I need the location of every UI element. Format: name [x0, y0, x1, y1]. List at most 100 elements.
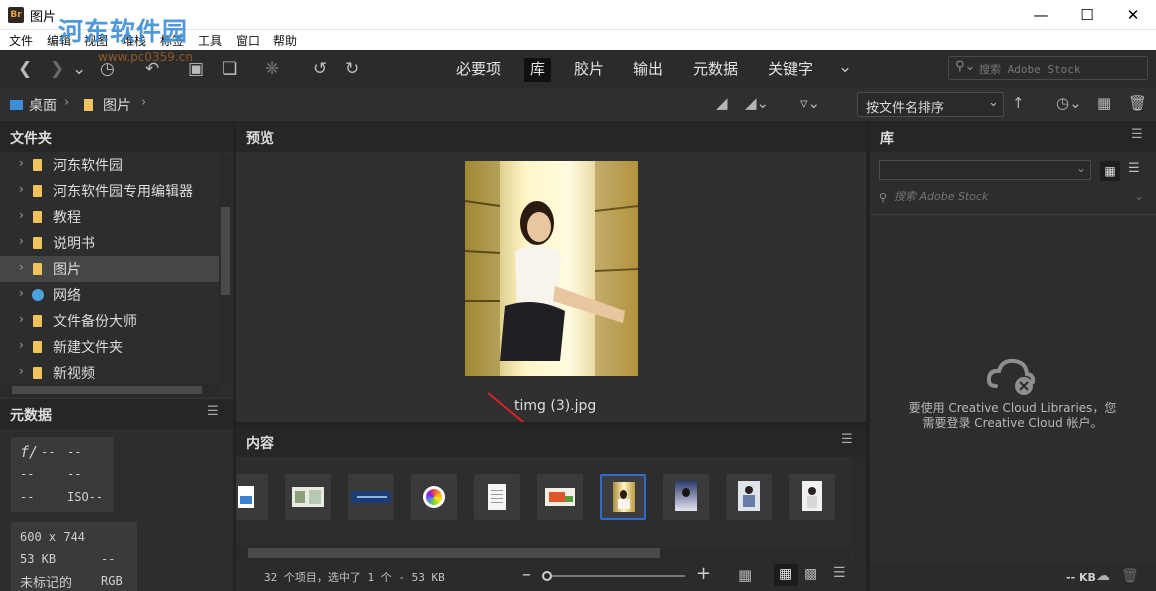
thumbnail-document[interactable] [474, 474, 520, 520]
folder-label: 新建文件夹 [53, 340, 123, 356]
stock-search-input[interactable]: ⚲⌄ 搜索 Adobe Stock [948, 56, 1148, 80]
thumbnail-white-portrait[interactable] [789, 474, 835, 520]
list-view-icon[interactable]: ☰ [1128, 161, 1140, 176]
details-view-icon[interactable]: ▩ [804, 566, 817, 582]
breadcrumb-separator-icon[interactable]: › [64, 95, 69, 110]
zoom-in-icon[interactable]: + [696, 563, 711, 584]
thumbnail-color-wheel[interactable] [411, 474, 457, 520]
thumbnail-figure[interactable] [726, 474, 772, 520]
dimensions-value: 600 x 744 [20, 530, 86, 544]
sync-icon[interactable]: ☁ [1096, 568, 1110, 584]
folders-panel-title[interactable]: 文件夹 [10, 128, 52, 148]
thumbnail-portrait[interactable] [663, 474, 709, 520]
library-select[interactable]: ⌄ [879, 160, 1091, 180]
thumbnail-photo-collage[interactable] [285, 474, 331, 520]
panel-menu-icon[interactable]: ☰ [841, 433, 853, 446]
folder-item[interactable]: › 新建文件夹 [0, 334, 219, 360]
chevron-right-icon[interactable]: › [19, 364, 24, 378]
thumbnail-selected-girl-library[interactable] [600, 474, 646, 520]
menu-file[interactable]: 文件 [9, 32, 33, 49]
creative-cloud-icon[interactable]: ❋ [265, 59, 279, 79]
workspace-output[interactable]: 输出 [627, 58, 669, 82]
chevron-right-icon[interactable]: › [19, 338, 24, 352]
close-button[interactable]: ✕ [1110, 0, 1156, 30]
new-folder-icon[interactable]: ▦ [1097, 94, 1111, 112]
refine-icon[interactable]: ❏ [222, 59, 237, 79]
workspace-filmstrip[interactable]: 胶片 [568, 58, 610, 82]
breadcrumb-pictures[interactable]: 图片 [103, 95, 131, 115]
folders-hscroll-thumb[interactable] [12, 386, 202, 394]
grid-view-icon[interactable]: ▦ [1100, 161, 1120, 181]
folder-item[interactable]: › 河东软件园 [0, 152, 219, 178]
trash-icon[interactable]: 🗑 [1121, 568, 1139, 584]
grid-lock-icon[interactable]: ▦ [738, 566, 752, 584]
chevron-down-icon: ⌄ [988, 95, 999, 110]
rotate-right-icon[interactable]: ↻ [345, 59, 359, 79]
folder-icon [33, 211, 42, 223]
sort-select[interactable]: 按文件名排序 ⌄ [857, 92, 1004, 117]
rotate-left-icon[interactable]: ↺ [313, 59, 327, 79]
metadata-panel-title[interactable]: 元数据 [10, 405, 52, 425]
panel-divider[interactable] [233, 122, 236, 591]
chevron-right-icon[interactable]: › [19, 286, 24, 300]
thumbnail-banner[interactable] [348, 474, 394, 520]
content-panel-title[interactable]: 内容 [246, 433, 274, 453]
breadcrumb-desktop[interactable]: 桌面 [29, 95, 57, 115]
watermark-url: www.pc0359.cn [98, 50, 193, 64]
folder-item[interactable]: › 新视频 [0, 360, 219, 386]
workspace-library[interactable]: 库 [524, 58, 552, 82]
menu-window[interactable]: 窗口 [236, 32, 260, 49]
library-search-input[interactable]: 搜索 Adobe Stock [894, 188, 988, 204]
trash-icon[interactable]: 🗑 [1128, 94, 1147, 112]
sort-ascending-icon[interactable]: ↑ [1012, 94, 1025, 112]
panel-divider[interactable] [866, 122, 870, 591]
library-panel-title[interactable]: 库 [880, 128, 894, 148]
open-recent-icon[interactable]: ◷⌄ [1056, 94, 1082, 112]
banner-image [351, 491, 391, 503]
thumbnail-image-file[interactable] [236, 474, 268, 520]
thumbnail-orange-graphic[interactable] [537, 474, 583, 520]
folder-item-selected[interactable]: › 图片 [0, 256, 219, 282]
rating-filter-icon[interactable]: ◢⌄ [745, 94, 769, 112]
folders-scroll-thumb[interactable] [221, 207, 230, 295]
zoom-out-icon[interactable]: – [522, 564, 531, 585]
workspace-keywords[interactable]: 关键字 [762, 58, 819, 82]
chevron-right-icon[interactable]: › [19, 312, 24, 326]
zoom-slider-track[interactable] [547, 575, 685, 577]
workspace-more-icon[interactable]: ⌄ [838, 57, 852, 77]
forward-icon[interactable]: ❯ [50, 59, 64, 79]
minimize-button[interactable]: — [1018, 0, 1064, 30]
chevron-right-icon[interactable]: › [19, 234, 24, 248]
chevron-right-icon[interactable]: › [19, 156, 24, 170]
filter-icon[interactable]: ▿⌄ [800, 94, 820, 112]
workspace-essentials[interactable]: 必要项 [450, 58, 507, 82]
folder-item[interactable]: › 教程 [0, 204, 219, 230]
menu-tools[interactable]: 工具 [198, 32, 222, 49]
maximize-button[interactable]: ☐ [1064, 0, 1110, 30]
folder-item[interactable]: › 文件备份大师 [0, 308, 219, 334]
library-message-line: 需要登录 Creative Cloud 帐户。 [922, 416, 1103, 430]
back-icon[interactable]: ❮ [18, 59, 32, 79]
preview-panel-title[interactable]: 预览 [246, 128, 274, 148]
folder-item[interactable]: › 网络 [0, 282, 219, 308]
content-vertical-scrollbar[interactable] [852, 457, 866, 560]
list-view-icon[interactable]: ☰ [833, 565, 846, 581]
folder-item[interactable]: › 河东软件园专用编辑器 [0, 178, 219, 204]
preview-image[interactable] [465, 161, 638, 376]
menu-help[interactable]: 帮助 [273, 32, 297, 49]
quality-icon[interactable]: ◢ [716, 94, 728, 112]
breadcrumb-separator-icon[interactable]: › [141, 95, 146, 110]
workspace-metadata[interactable]: 元数据 [687, 58, 744, 82]
chevron-down-icon[interactable]: ⌄ [72, 59, 86, 79]
chevron-down-icon[interactable]: ⌄ [1134, 189, 1144, 203]
panel-menu-icon[interactable]: ☰ [1131, 128, 1143, 141]
chevron-right-icon[interactable]: › [19, 208, 24, 222]
content-hscroll-thumb[interactable] [248, 548, 660, 558]
panel-divider[interactable] [236, 422, 866, 427]
zoom-slider-handle[interactable] [542, 571, 552, 581]
panel-menu-icon[interactable]: ☰ [207, 405, 219, 418]
chevron-right-icon[interactable]: › [19, 182, 24, 196]
folder-item[interactable]: › 说明书 [0, 230, 219, 256]
chevron-right-icon[interactable]: › [19, 260, 24, 274]
folder-icon [33, 237, 42, 249]
